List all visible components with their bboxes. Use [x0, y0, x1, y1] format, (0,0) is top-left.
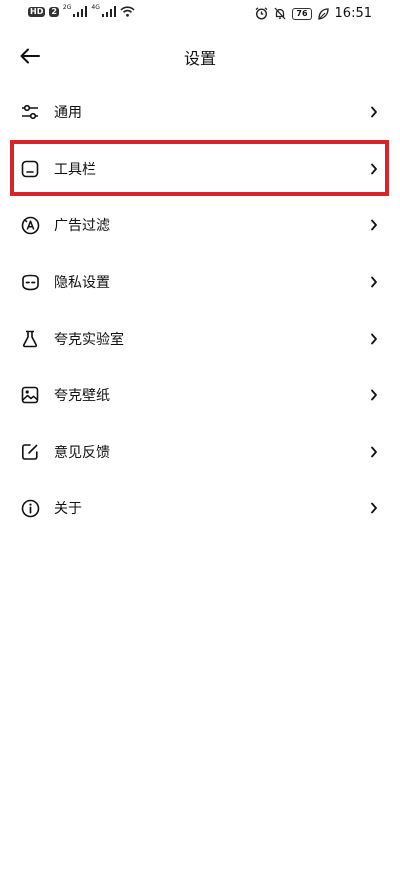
page-title: 设置	[183, 49, 216, 68]
chevron-right-icon	[371, 333, 377, 345]
menu-item-label: 夸克实验室	[54, 331, 124, 348]
status-left: HD 2 2G 4G	[28, 4, 135, 17]
privacy-mask-icon	[20, 272, 40, 292]
menu-item-privacy[interactable]: 隐私设置	[0, 254, 400, 311]
chevron-right-icon	[371, 106, 377, 118]
menu-item-label: 关于	[54, 501, 82, 518]
menu-item-toolbar[interactable]: 工具栏	[0, 141, 400, 198]
wifi-icon	[120, 6, 135, 17]
menu-item-lab[interactable]: 夸克实验室	[0, 310, 400, 367]
title-bar: 设置	[0, 30, 400, 82]
chevron-right-icon	[371, 389, 377, 401]
alarm-icon	[255, 7, 268, 20]
chevron-right-icon	[371, 276, 377, 288]
menu-item-label: 夸克壁纸	[54, 388, 110, 405]
signal-bars-icon	[73, 6, 88, 17]
chevron-right-icon	[371, 503, 377, 514]
signal1-tag: 2G	[62, 4, 72, 11]
sliders-icon	[20, 102, 40, 122]
info-icon	[20, 498, 40, 518]
leaf-icon	[317, 7, 329, 20]
menu-item-wallpaper[interactable]: 夸克壁纸	[0, 367, 400, 424]
ad-filter-icon	[20, 215, 40, 235]
settings-menu: 通用 工具栏 广告过滤 隐私设置 夸克实验室 夸克壁纸 意见反馈 关于	[0, 84, 400, 537]
clock-time: 16:51	[334, 6, 372, 21]
chevron-right-icon	[371, 446, 377, 458]
flask-icon	[20, 329, 40, 349]
menu-item-label: 意见反馈	[54, 444, 110, 461]
battery-indicator: 76	[292, 7, 312, 20]
menu-item-general[interactable]: 通用	[0, 84, 400, 141]
settings-screen: HD 2 2G 4G 76 16:51 设置 通用 工具栏 广告过滤 隐私设置 …	[0, 0, 400, 888]
mute-bell-icon	[274, 7, 286, 20]
menu-item-label: 广告过滤	[54, 218, 110, 235]
signal2-tag: 4G	[91, 4, 100, 11]
chevron-right-icon	[371, 163, 377, 175]
hd-number: 2	[49, 6, 59, 17]
hd-badge: HD	[28, 6, 46, 17]
chevron-right-icon	[371, 220, 377, 231]
menu-item-ad-filter[interactable]: 广告过滤	[0, 197, 400, 254]
menu-item-label: 工具栏	[54, 161, 96, 178]
menu-item-label: 隐私设置	[54, 275, 110, 292]
menu-item-label: 通用	[54, 105, 82, 122]
menu-item-feedback[interactable]: 意见反馈	[0, 424, 400, 481]
status-right: 76 16:51	[255, 6, 372, 21]
status-bar: HD 2 2G 4G 76 16:51	[0, 0, 400, 30]
wallpaper-image-icon	[20, 385, 40, 405]
menu-item-about[interactable]: 关于	[0, 480, 400, 537]
feedback-edit-icon	[20, 442, 40, 462]
signal-bars-icon	[101, 6, 116, 17]
toolbar-icon	[20, 159, 40, 179]
